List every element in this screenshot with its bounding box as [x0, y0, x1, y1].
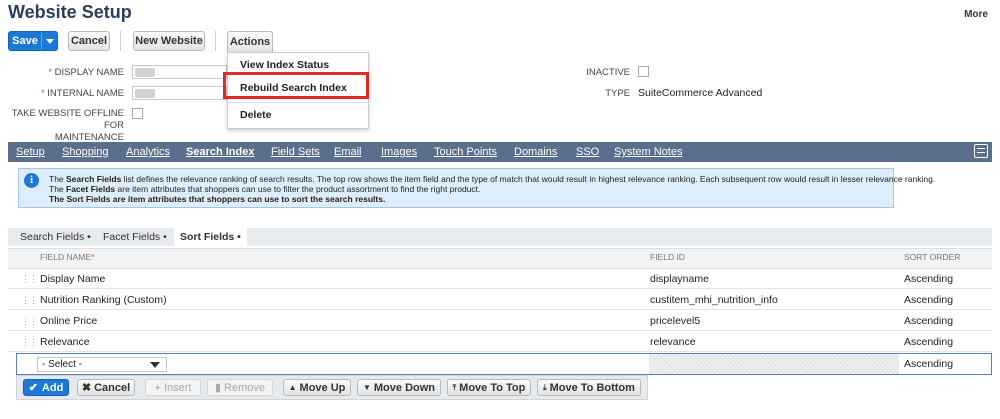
tab-field-sets[interactable]: Field Sets — [271, 142, 320, 162]
arrow-top-icon: ⤒ — [452, 382, 457, 392]
sub-tabs: Search Fields • Facet Fields • Sort Fiel… — [8, 228, 992, 246]
table-row[interactable]: ⋮⋮ Online Price pricelevel5 Ascending — [8, 311, 992, 331]
page-title: Website Setup — [8, 2, 132, 22]
toolbar-divider — [120, 31, 121, 51]
arrow-bottom-icon: ⤓ — [543, 382, 547, 392]
actions-button[interactable]: Actions — [227, 31, 273, 52]
inactive-label: INACTIVE — [586, 67, 630, 78]
menu-item-delete[interactable]: Delete — [228, 104, 368, 126]
table-row[interactable]: ⋮⋮ Nutrition Ranking (Custom) custitem_m… — [8, 290, 992, 310]
remove-button[interactable]: ▮ Remove — [207, 379, 273, 396]
add-button[interactable]: ✔ Add — [23, 379, 69, 396]
row-field-name: Nutrition Ranking (Custom) — [40, 294, 167, 306]
subtab-facet-fields[interactable]: Facet Fields • — [103, 228, 167, 246]
collapse-tabs-icon[interactable] — [974, 144, 988, 158]
row-sort-order: Ascending — [904, 273, 954, 285]
type-label: TYPE — [605, 88, 630, 99]
info-line-1: The Search Fields list defines the relev… — [49, 174, 936, 184]
row-action-bar: ✔ Add ✖ Cancel + Insert ▮ Remove ▲ Move Up ▼ M… — [16, 375, 648, 400]
tab-touch-points[interactable]: Touch Points — [434, 142, 497, 162]
field-name-select[interactable]: - Select - — [37, 357, 167, 372]
row-field-id: pricelevel5 — [650, 315, 701, 327]
row-sort-order: Ascending — [904, 336, 954, 348]
take-offline-label: TAKE WEBSITE OFFLINE FOR MAINTENANCE — [11, 108, 124, 143]
column-header-sort-order: SORT ORDER — [904, 252, 961, 262]
type-value: SuiteCommerce Advanced — [638, 87, 763, 99]
trash-icon: ▮ — [214, 382, 222, 394]
row-field-name: Display Name — [40, 273, 106, 285]
cancel-button[interactable]: Cancel — [68, 31, 110, 51]
row-sort-order: Ascending — [904, 315, 954, 327]
tab-analytics[interactable]: Analytics — [126, 142, 170, 162]
move-to-bottom-button[interactable]: ⤓ Move To Bottom — [537, 379, 641, 396]
inactive-checkbox[interactable] — [638, 66, 649, 77]
tab-email[interactable]: Email — [334, 142, 362, 162]
row-field-name: Relevance — [40, 336, 90, 348]
column-header-field-name: FIELD NAME* — [40, 252, 95, 262]
tab-system-notes[interactable]: System Notes — [614, 142, 682, 162]
check-icon: ✔ — [28, 382, 38, 394]
insert-button[interactable]: + Insert — [145, 379, 201, 396]
take-offline-checkbox[interactable] — [132, 108, 143, 119]
table-header — [8, 248, 992, 269]
row-sort-order: Ascending — [904, 294, 954, 306]
move-to-top-button[interactable]: ⤒ Move To Top — [447, 379, 531, 396]
internal-name-field[interactable] — [132, 86, 227, 100]
tab-domains[interactable]: Domains — [514, 142, 557, 162]
subtab-search-fields[interactable]: Search Fields • — [20, 228, 91, 246]
tab-sso[interactable]: SSO — [576, 142, 599, 162]
display-name-field[interactable] — [132, 65, 227, 79]
tab-images[interactable]: Images — [381, 142, 417, 162]
arrow-down-icon: ▼ — [362, 383, 371, 392]
drag-handle-icon[interactable]: ⋮⋮ — [21, 290, 38, 310]
tab-search-index[interactable]: Search Index — [186, 142, 254, 162]
column-header-field-id: FIELD ID — [650, 252, 685, 262]
edit-row-sort-order[interactable]: Ascending — [904, 354, 953, 374]
highlight-box — [223, 72, 369, 99]
info-line-3: The Sort Fields are item attributes that… — [49, 194, 386, 204]
main-tabs: Setup Shopping Analytics Search Index Fi… — [8, 142, 992, 162]
display-name-label: * DISPLAY NAME — [48, 67, 124, 78]
tab-setup[interactable]: Setup — [16, 142, 45, 162]
row-field-id: relevance — [650, 336, 696, 348]
save-dropdown-icon[interactable] — [41, 32, 57, 50]
drag-handle-icon[interactable]: ⋮⋮ — [21, 332, 38, 352]
save-button[interactable]: Save — [8, 31, 58, 51]
close-icon: ✖ — [81, 382, 92, 394]
info-line-2: The Facet Fields are item attributes tha… — [49, 184, 481, 194]
edit-row[interactable]: - Select - Ascending — [16, 353, 992, 375]
menu-divider — [228, 102, 368, 103]
more-link[interactable]: More — [964, 9, 988, 20]
row-field-name: Online Price — [40, 315, 98, 327]
row-field-id: displayname — [650, 273, 709, 285]
move-up-button[interactable]: ▲ Move Up — [283, 379, 351, 396]
info-box: i The Search Fields list defines the rel… — [18, 168, 935, 208]
chevron-down-icon — [150, 362, 160, 368]
plus-icon: + — [154, 381, 161, 394]
drag-handle-icon[interactable]: ⋮⋮ — [21, 311, 38, 331]
field-id-disabled-cell — [649, 354, 899, 374]
info-icon: i — [24, 173, 39, 188]
row-field-id: custitem_mhi_nutrition_info — [650, 294, 778, 306]
table-row[interactable]: ⋮⋮ Display Name displayname Ascending — [8, 269, 992, 289]
table-row[interactable]: ⋮⋮ Relevance relevance Ascending — [8, 332, 992, 352]
arrow-up-icon: ▲ — [288, 383, 297, 392]
drag-handle-icon[interactable]: ⋮⋮ — [21, 269, 38, 289]
move-down-button[interactable]: ▼ Move Down — [357, 379, 441, 396]
subtab-sort-fields[interactable]: Sort Fields • — [174, 228, 247, 246]
row-cancel-button[interactable]: ✖ Cancel — [77, 379, 135, 396]
internal-name-label: * INTERNAL NAME — [40, 88, 124, 99]
tab-shopping[interactable]: Shopping — [62, 142, 109, 162]
new-website-button[interactable]: New Website — [133, 31, 205, 51]
toolbar-divider — [215, 31, 216, 51]
